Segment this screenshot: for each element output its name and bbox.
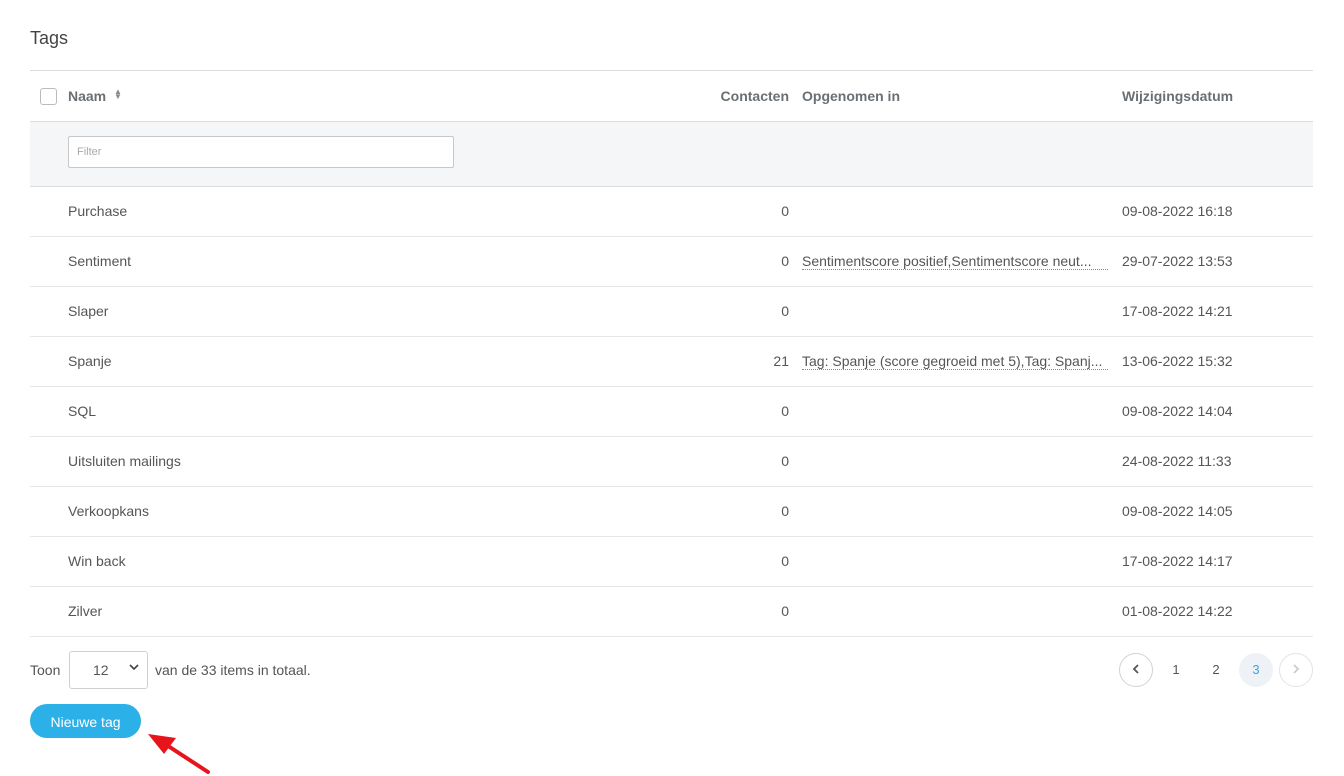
tag-name: Uitsluiten mailings xyxy=(68,453,181,469)
modified-date: 09-08-2022 14:04 xyxy=(1122,403,1233,419)
show-label: Toon xyxy=(30,662,61,678)
table-row[interactable]: Win back 0 17-08-2022 14:17 xyxy=(30,537,1313,587)
modified-date: 13-06-2022 15:32 xyxy=(1122,353,1233,369)
column-header-name[interactable]: Naam ▲ ▼ xyxy=(68,88,122,105)
total-items-text: van de 33 items in totaal. xyxy=(155,662,311,678)
table-row[interactable]: Verkoopkans 0 09-08-2022 14:05 xyxy=(30,487,1313,537)
page-button-3[interactable]: 3 xyxy=(1239,653,1273,687)
page-button-2[interactable]: 2 xyxy=(1199,653,1233,687)
tag-name: Purchase xyxy=(68,203,128,219)
tag-name: Slaper xyxy=(68,303,109,319)
contacts-count: 0 xyxy=(781,403,789,419)
tag-name: Zilver xyxy=(68,603,103,619)
annotation-arrow-icon xyxy=(148,734,210,774)
column-header-name-label: Naam xyxy=(68,88,107,104)
table-row[interactable]: SQL 0 09-08-2022 14:04 xyxy=(30,387,1313,437)
page-size-value: 12 xyxy=(93,662,109,678)
tag-name: SQL xyxy=(68,403,97,419)
tags-table: Naam ▲ ▼ Contacten Opgenomen in Wijziging… xyxy=(30,70,1313,637)
modified-date: 24-08-2022 11:33 xyxy=(1122,453,1232,469)
filter-row xyxy=(30,122,1313,187)
modified-date: 09-08-2022 16:18 xyxy=(1122,203,1233,219)
tag-name: Sentiment xyxy=(68,253,132,269)
contacts-count: 21 xyxy=(773,353,789,369)
modified-date: 17-08-2022 14:17 xyxy=(1122,553,1233,569)
tag-name: Verkoopkans xyxy=(68,503,149,519)
table-row[interactable]: Slaper 0 17-08-2022 14:21 xyxy=(30,287,1313,337)
tag-name: Win back xyxy=(68,553,126,569)
contacts-count: 0 xyxy=(781,453,789,469)
page-button-1[interactable]: 1 xyxy=(1159,653,1193,687)
page-size-select[interactable]: 12 xyxy=(69,651,148,689)
contacts-count: 0 xyxy=(781,203,789,219)
modified-date: 17-08-2022 14:21 xyxy=(1122,303,1233,319)
table-header: Naam ▲ ▼ Contacten Opgenomen in Wijziging… xyxy=(30,71,1313,122)
column-header-contacts: Contacten xyxy=(720,88,789,104)
table-row[interactable]: Zilver 0 01-08-2022 14:22 xyxy=(30,587,1313,637)
sort-icon[interactable]: ▲ ▼ xyxy=(114,88,122,101)
contacts-count: 0 xyxy=(781,603,789,619)
column-header-date: Wijzigingsdatum xyxy=(1122,88,1234,104)
name-filter-input[interactable] xyxy=(68,136,454,168)
next-page-button[interactable] xyxy=(1279,653,1313,687)
chevron-left-icon xyxy=(1132,664,1139,674)
prev-page-button[interactable] xyxy=(1119,653,1153,687)
contacts-count: 0 xyxy=(781,503,789,519)
chevron-down-icon xyxy=(129,662,139,674)
included-in-link[interactable]: Sentimentscore positief,Sentimentscore n… xyxy=(802,253,1108,270)
table-row[interactable]: Purchase 0 09-08-2022 16:18 xyxy=(30,187,1313,237)
page-title: Tags xyxy=(30,28,69,48)
modified-date: 01-08-2022 14:22 xyxy=(1122,603,1233,619)
included-in-link[interactable]: Tag: Spanje (score gegroeid met 5),Tag: … xyxy=(802,353,1108,370)
table-row[interactable]: Sentiment 0 Sentimentscore positief,Sentim… xyxy=(30,237,1313,287)
new-tag-button[interactable]: Nieuwe tag xyxy=(30,704,141,738)
chevron-right-icon xyxy=(1293,664,1300,674)
table-row[interactable]: Spanje 21 Tag: Spanje (score gegroeid met … xyxy=(30,337,1313,387)
select-all-checkbox[interactable] xyxy=(40,88,57,105)
table-row[interactable]: Uitsluiten mailings 0 24-08-2022 11:33 xyxy=(30,437,1313,487)
contacts-count: 0 xyxy=(781,303,789,319)
modified-date: 09-08-2022 14:05 xyxy=(1122,503,1233,519)
contacts-count: 0 xyxy=(781,253,789,269)
modified-date: 29-07-2022 13:53 xyxy=(1122,253,1233,269)
contacts-count: 0 xyxy=(781,553,789,569)
tag-name: Spanje xyxy=(68,353,112,369)
column-header-included: Opgenomen in xyxy=(802,88,900,104)
